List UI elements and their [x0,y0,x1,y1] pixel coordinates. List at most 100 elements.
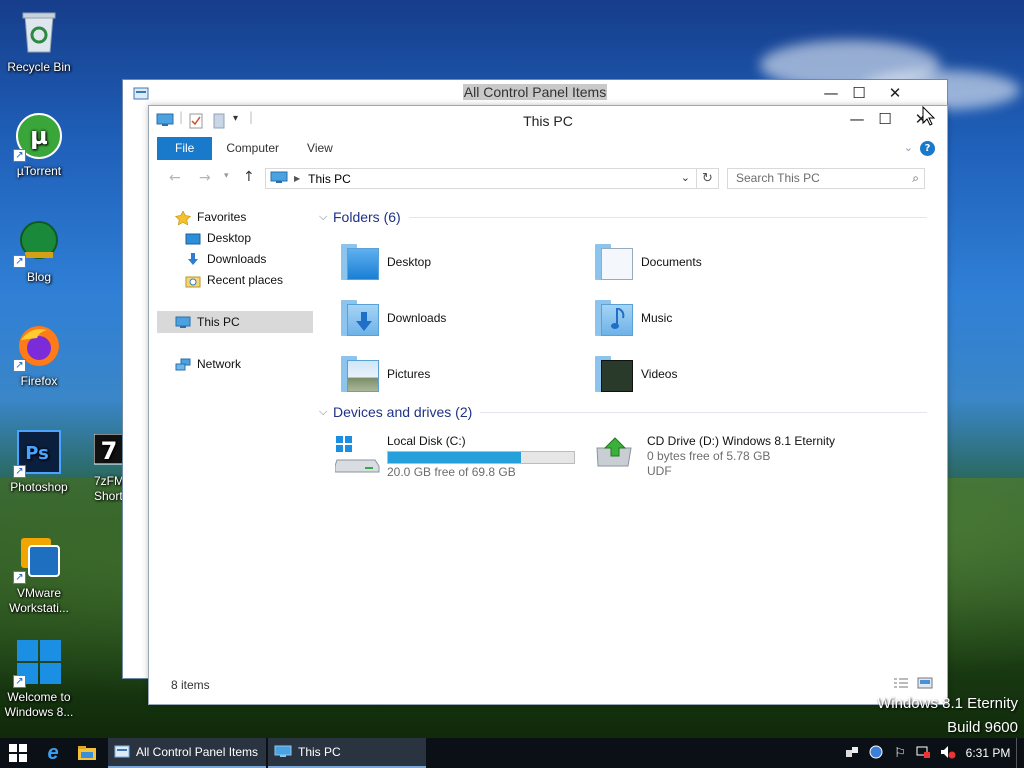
desktop-icon-utorrent[interactable]: µ ↗ µTorrent [1,112,77,179]
desktop-icon-label: 7zFM [94,474,122,488]
mouse-cursor-icon [922,106,936,126]
this-pc-icon [274,745,292,757]
desktop-icon-label: Firefox [20,374,58,388]
start-button[interactable] [0,738,36,768]
os-watermark: Windows 8.1 Eternity Build 9600 [877,695,1018,736]
address-field[interactable]: ▶ This PC ⌄ [265,168,697,189]
desktop-icon-photoshop[interactable]: Ps ↗ Photoshop [1,428,77,495]
shortcut-arrow-icon: ↗ [13,675,26,688]
shortcut-arrow-icon: ↗ [13,149,26,162]
documents-folder-icon [595,242,635,282]
desktop-folder-icon [185,231,201,245]
window-title: This PC [523,113,573,129]
this-pc-icon [175,315,191,329]
action-center-flag-icon[interactable]: ⚐ [888,745,912,761]
refresh-button[interactable]: ↻ [697,168,719,189]
downloads-folder-icon [341,298,381,338]
folder-videos[interactable]: Videos [595,352,835,396]
search-icon[interactable]: ⌕ [912,169,919,188]
clock[interactable]: 6:31 PM [960,746,1016,760]
up-arrow-icon[interactable]: ↑ [243,169,255,185]
nav-item-recent-places[interactable]: Recent places [185,269,283,291]
chevron-down-icon: ⌵ [319,405,328,418]
devices-group-header[interactable]: ⌵ Devices and drives (2) [319,401,927,423]
close-button[interactable]: ✕ [877,80,913,106]
search-input[interactable]: Search This PC ⌕ [727,168,925,189]
taskbar: e All Control Panel Items This PC ⚐ 6:31… [0,738,1024,768]
utorrent-icon: µ ↗ [13,112,63,162]
desktop-icon-label-line2: Workstati... [9,601,69,615]
desktop-icon-blog[interactable]: ↗ Blog [1,218,77,285]
desktop-icon-welcome[interactable]: ↗ Welcome to Windows 8... [1,638,77,720]
internet-explorer-button[interactable]: e [36,738,70,768]
desktop-icon-vmware[interactable]: ↗ VMware Workstati... [1,534,77,616]
desktop-icon-label-line2: Short [94,489,122,503]
ribbon-tabs: File Computer View ⌄ ? [157,137,947,161]
pictures-folder-icon [341,354,381,394]
disk-usage-bar [387,451,575,464]
photoshop-icon: Ps ↗ [13,428,63,478]
disk-usage-fill [388,452,521,463]
nav-item-favorites[interactable]: Favorites [174,206,246,228]
folder-desktop[interactable]: Desktop [341,240,581,284]
folder-pictures[interactable]: Pictures [341,352,581,396]
nav-item-desktop[interactable]: Desktop [185,227,251,249]
shortcut-arrow-icon: ↗ [13,255,26,268]
details-view-icon[interactable] [893,677,909,692]
taskbar-item-control-panel[interactable]: All Control Panel Items [108,738,266,768]
nav-item-network[interactable]: Network [175,353,241,375]
desktop-icon-recycle-bin[interactable]: Recycle Bin [1,8,77,75]
expand-ribbon-icon[interactable]: ⌄ [904,141,913,154]
drive-c[interactable]: Local Disk (C:) 20.0 GB free of 69.8 GB [334,434,595,484]
desktop-icon-7zfm[interactable]: 7 7zFM Short [70,434,122,504]
navigation-pane: Favorites Desktop Downloads Recent place… [157,202,317,672]
help-icon[interactable]: ? [920,141,935,156]
shortcut-arrow-icon: ↗ [13,359,26,372]
folder-downloads[interactable]: Downloads [341,296,581,340]
address-text: This PC [308,171,351,186]
tab-computer[interactable]: Computer [212,137,293,160]
desktop-icon-label: Recycle Bin [7,60,71,74]
folders-group-header[interactable]: ⌵ Folders (6) [319,206,927,228]
svg-text:Ps: Ps [25,443,49,464]
svg-text:7: 7 [101,437,118,465]
7zip-icon: 7 [93,434,122,470]
forward-arrow-icon[interactable]: → [199,170,211,186]
folder-documents[interactable]: Documents [595,240,835,284]
update-icon[interactable] [864,745,888,762]
show-desktop-button[interactable] [1016,738,1024,768]
nav-item-downloads[interactable]: Downloads [185,248,266,270]
nav-item-this-pc[interactable]: This PC [157,311,313,333]
maximize-button[interactable]: ☐ [867,106,903,132]
recent-locations-icon[interactable]: ▾ [224,171,229,181]
recent-places-icon [185,273,201,288]
star-icon [174,210,192,226]
desktop-icon-label-line2: Windows 8... [4,705,74,719]
folder-music[interactable]: Music [595,296,835,340]
folder-icon [78,746,96,760]
shortcut-arrow-icon: ↗ [13,465,26,478]
large-icons-view-icon[interactable] [917,677,933,692]
chevron-down-icon: ⌵ [319,210,328,223]
network-devices-icon[interactable] [840,746,864,761]
windows-logo-icon [9,744,27,762]
back-arrow-icon[interactable]: ← [169,170,181,186]
breadcrumb-chevron-icon: ▶ [294,174,301,183]
drive-d[interactable]: CD Drive (D:) Windows 8.1 Eternity 0 byt… [595,434,915,484]
address-dropdown-icon[interactable]: ⌄ [681,171,690,184]
desktop-icon-label: µTorrent [16,164,62,178]
maximize-button[interactable]: ☐ [841,80,877,106]
desktop-icon-firefox[interactable]: ↗ Firefox [1,322,77,389]
tab-view[interactable]: View [293,137,347,160]
tab-file[interactable]: File [157,137,213,160]
desktop-folder-icon [341,242,381,282]
network-status-icon[interactable] [912,745,936,762]
volume-muted-icon[interactable] [936,745,960,762]
shortcut-arrow-icon: ↗ [13,571,26,584]
taskbar-item-this-pc[interactable]: This PC [268,738,426,768]
address-bar-row: ← → ▾ ↑ ▶ This PC ⌄ ↻ Search This PC ⌕ [157,166,927,192]
firefox-icon: ↗ [13,322,63,372]
explorer-window[interactable]: | ▾ | This PC — ☐ ✕ File Computer View ⌄… [148,105,948,705]
file-explorer-button[interactable] [70,738,104,768]
internet-explorer-icon: e [47,741,59,764]
